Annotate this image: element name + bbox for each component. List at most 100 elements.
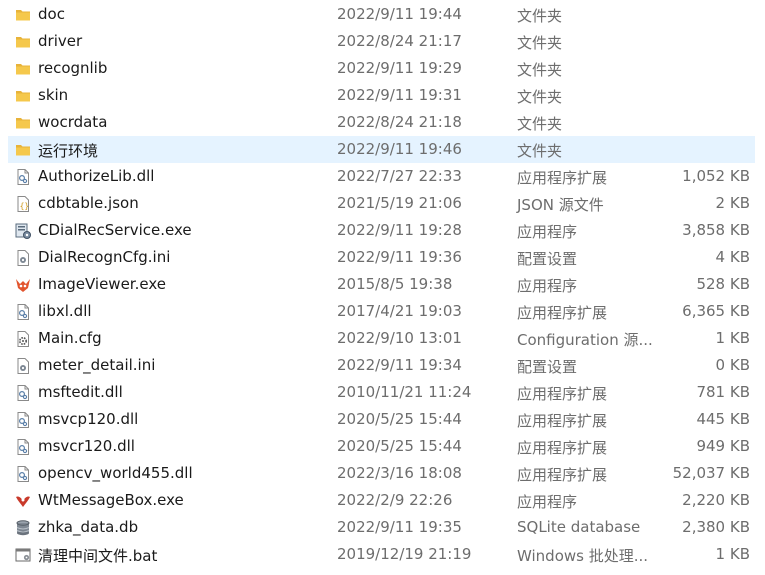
file-type: 文件夹: [517, 115, 563, 133]
file-modified-date: 2015/8/5 19:38: [337, 275, 453, 293]
file-name: doc: [38, 5, 65, 23]
file-row[interactable]: driver 2022/8/24 21:17 文件夹: [8, 28, 755, 55]
file-row[interactable]: wocrdata 2022/8/24 21:18 文件夹: [8, 109, 755, 136]
file-row[interactable]: meter_detail.ini 2022/9/11 19:34 配置设置 0 KB: [8, 352, 755, 379]
file-size: 1,052 KB: [682, 167, 750, 185]
file-size: 2,220 KB: [682, 491, 750, 509]
file-row[interactable]: Main.cfg 2022/9/10 13:01 Configuration 源..…: [8, 325, 755, 352]
file-modified-date: 2022/9/11 19:29: [337, 59, 462, 77]
folder-icon: [14, 33, 32, 51]
file-modified-date: 2020/5/25 15:44: [337, 410, 462, 428]
file-name: ImageViewer.exe: [38, 275, 166, 293]
folder-icon: [14, 6, 32, 24]
file-modified-date: 2022/2/9 22:26: [337, 491, 453, 509]
folder-icon: [14, 141, 32, 159]
file-name: skin: [38, 86, 69, 104]
file-name: WtMessageBox.exe: [38, 491, 184, 509]
file-name: zhka_data.db: [38, 518, 139, 536]
file-type: 文件夹: [517, 61, 563, 79]
file-modified-date: 2022/9/11 19:28: [337, 221, 462, 239]
file-modified-date: 2022/8/24 21:18: [337, 113, 462, 131]
file-modified-date: 2022/9/11 19:34: [337, 356, 462, 374]
file-list: doc 2022/9/11 19:44 文件夹 driver 2022/8/24 21:…: [0, 0, 765, 575]
file-row[interactable]: 清理中间文件.bat 2019/12/19 21:19 Windows 批处理...…: [8, 541, 755, 568]
file-type: JSON 源文件: [517, 196, 604, 214]
file-modified-date: 2022/9/11 19:35: [337, 518, 462, 536]
file-size: 52,037 KB: [672, 464, 750, 482]
file-row[interactable]: msftedit.dll 2010/11/21 11:24 应用程序扩展 781 KB: [8, 379, 755, 406]
file-row[interactable]: AuthorizeLib.dll 2022/7/27 22:33 应用程序扩展 1,0…: [8, 163, 755, 190]
file-modified-date: 2022/8/24 21:17: [337, 32, 462, 50]
file-type: 文件夹: [517, 7, 563, 25]
json-icon: {}: [14, 195, 32, 213]
file-type: SQLite database: [517, 518, 641, 536]
file-size: 1 KB: [715, 545, 750, 563]
file-modified-date: 2010/11/21 11:24: [337, 383, 472, 401]
file-size: 2 KB: [715, 194, 750, 212]
file-type: 配置设置: [517, 250, 578, 268]
file-row[interactable]: 运行环境 2022/9/11 19:46 文件夹: [8, 136, 755, 163]
file-modified-date: 2022/9/11 19:46: [337, 140, 462, 158]
file-type: 应用程序: [517, 493, 578, 511]
file-modified-date: 2017/4/21 19:03: [337, 302, 462, 320]
file-name: recognlib: [38, 59, 108, 77]
file-size: 949 KB: [696, 437, 750, 455]
file-row[interactable]: zhka_data.db 2022/9/11 19:35 SQLite databa…: [8, 514, 755, 541]
file-row[interactable]: WtMessageBox.exe 2022/2/9 22:26 应用程序 2,220 …: [8, 487, 755, 514]
file-modified-date: 2022/9/10 13:01: [337, 329, 462, 347]
file-row[interactable]: ImageViewer.exe 2015/8/5 19:38 应用程序 528 KB: [8, 271, 755, 298]
file-type: Configuration 源...: [517, 331, 653, 349]
file-row[interactable]: opencv_world455.dll 2022/3/16 18:08 应用程序扩展…: [8, 460, 755, 487]
file-row[interactable]: msvcr120.dll 2020/5/25 15:44 应用程序扩展 949 KB: [8, 433, 755, 460]
file-size: 1 KB: [715, 329, 750, 347]
file-row[interactable]: libxl.dll 2017/4/21 19:03 应用程序扩展 6,365 KB: [8, 298, 755, 325]
dll-icon: [14, 168, 32, 186]
dll-icon: [14, 384, 32, 402]
service-exe-icon: [14, 222, 32, 240]
file-size: 4 KB: [715, 248, 750, 266]
file-type: 配置设置: [517, 358, 578, 376]
file-modified-date: 2022/9/11 19:31: [337, 86, 462, 104]
file-row[interactable]: msvcp120.dll 2020/5/25 15:44 应用程序扩展 445 KB: [8, 406, 755, 433]
folder-icon: [14, 114, 32, 132]
file-type: 应用程序扩展: [517, 439, 608, 457]
file-type: 应用程序扩展: [517, 466, 608, 484]
message-box-icon: [14, 492, 32, 510]
file-name: CDialRecService.exe: [38, 221, 192, 239]
file-row[interactable]: CDialRecService.exe 2022/9/11 19:28 应用程序 3,…: [8, 217, 755, 244]
file-type: Windows 批处理...: [517, 547, 649, 565]
file-name: cdbtable.json: [38, 194, 139, 212]
file-name: DialRecognCfg.ini: [38, 248, 171, 266]
file-name: AuthorizeLib.dll: [38, 167, 155, 185]
file-row[interactable]: doc 2022/9/11 19:44 文件夹: [8, 1, 755, 28]
file-size: 528 KB: [696, 275, 750, 293]
folder-icon: [14, 87, 32, 105]
file-name: driver: [38, 32, 83, 50]
image-viewer-icon: [14, 276, 32, 294]
file-type: 应用程序扩展: [517, 169, 608, 187]
file-size: 445 KB: [696, 410, 750, 428]
file-type: 应用程序: [517, 277, 578, 295]
file-modified-date: 2020/5/25 15:44: [337, 437, 462, 455]
file-type: 应用程序扩展: [517, 304, 608, 322]
file-size: 0 KB: [715, 356, 750, 374]
file-modified-date: 2021/5/19 21:06: [337, 194, 462, 212]
dll-icon: [14, 438, 32, 456]
file-name: 运行环境: [38, 142, 99, 160]
file-row[interactable]: DialRecognCfg.ini 2022/9/11 19:36 配置设置 4 KB: [8, 244, 755, 271]
file-name: msvcr120.dll: [38, 437, 135, 455]
file-size: 6,365 KB: [682, 302, 750, 320]
ini-icon: [14, 357, 32, 375]
ini-icon: [14, 249, 32, 267]
file-row[interactable]: recognlib 2022/9/11 19:29 文件夹: [8, 55, 755, 82]
file-modified-date: 2022/9/11 19:36: [337, 248, 462, 266]
file-modified-date: 2019/12/19 21:19: [337, 545, 472, 563]
file-name: meter_detail.ini: [38, 356, 156, 374]
file-modified-date: 2022/7/27 22:33: [337, 167, 462, 185]
file-row[interactable]: {} cdbtable.json 2021/5/19 21:06 JSON 源文件 2 …: [8, 190, 755, 217]
file-type: 应用程序扩展: [517, 385, 608, 403]
file-row[interactable]: skin 2022/9/11 19:31 文件夹: [8, 82, 755, 109]
file-name: 清理中间文件.bat: [38, 547, 158, 565]
file-name: msvcp120.dll: [38, 410, 139, 428]
file-size: 2,380 KB: [682, 518, 750, 536]
